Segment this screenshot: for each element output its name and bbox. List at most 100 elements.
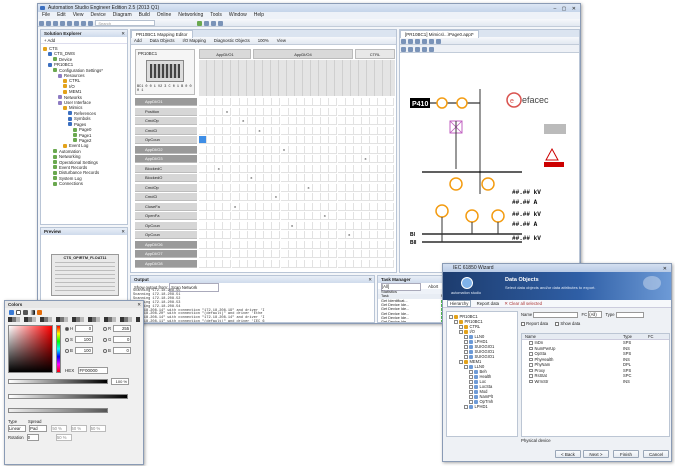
mapping-cell[interactable] (215, 107, 224, 116)
mapping-toolbar-item[interactable]: Add (134, 38, 142, 43)
mapping-row-header[interactable]: CmdOp (135, 183, 197, 192)
undo-icon[interactable] (81, 20, 86, 26)
mapping-cell[interactable] (199, 202, 207, 211)
mapping-cell[interactable] (199, 174, 207, 182)
mapping-cell[interactable] (199, 183, 207, 192)
row-checkbox[interactable] (529, 352, 533, 356)
mapping-cell[interactable] (386, 164, 395, 173)
tree-checkbox[interactable] (469, 395, 473, 399)
mapping-cell[interactable] (353, 259, 362, 268)
mapping-cell[interactable] (313, 212, 322, 220)
mapping-cell[interactable] (239, 259, 248, 268)
mapping-cell[interactable] (199, 107, 207, 116)
mapping-cell[interactable] (288, 183, 297, 192)
mapping-cell[interactable] (288, 202, 297, 211)
hierarchy-button[interactable]: Hierarchy (447, 300, 472, 307)
mapping-cell[interactable] (313, 231, 322, 239)
mapping-cell[interactable] (223, 183, 232, 192)
mapping-cell[interactable] (231, 183, 240, 192)
build-icon[interactable] (196, 20, 202, 26)
mapping-cell[interactable] (272, 107, 281, 116)
mapping-cell[interactable] (345, 212, 354, 220)
mapping-cell[interactable] (321, 136, 330, 144)
mapping-cell[interactable] (329, 126, 338, 135)
tree-checkbox[interactable] (464, 365, 468, 369)
mapping-cell[interactable] (207, 193, 216, 201)
mapping-cell[interactable] (296, 107, 305, 116)
mapping-cell[interactable] (337, 259, 346, 268)
window-controls[interactable]: – ▢ ✕ (554, 5, 578, 13)
mapping-cell[interactable] (280, 117, 289, 125)
hue-slider[interactable] (56, 325, 61, 373)
mapping-cell[interactable] (362, 145, 370, 154)
mapping-cell[interactable] (313, 126, 322, 135)
mapping-cell[interactable] (362, 183, 370, 192)
mapping-cell[interactable]: x (321, 212, 330, 220)
mapping-cell[interactable] (256, 212, 265, 220)
mapping-cell[interactable] (256, 117, 265, 125)
rotation-input[interactable]: 0 (26, 434, 39, 441)
mapping-cell[interactable] (353, 174, 362, 182)
mapping-cell[interactable] (345, 164, 354, 173)
mapping-cell[interactable] (199, 145, 207, 154)
mapping-cell[interactable] (264, 164, 273, 173)
mapping-cell[interactable] (378, 136, 387, 144)
wizard-column-header[interactable]: Type (623, 334, 648, 339)
mapping-cell[interactable] (378, 98, 387, 106)
swatch-strip[interactable] (8, 317, 140, 322)
mapping-cell[interactable] (362, 98, 370, 106)
mapping-cell[interactable] (256, 221, 265, 230)
mapping-cell[interactable] (288, 250, 297, 258)
mapping-cell[interactable] (304, 231, 313, 239)
mapping-cell[interactable] (386, 98, 395, 106)
mapping-cell[interactable] (296, 259, 305, 268)
mapping-cell[interactable] (199, 164, 207, 173)
mapping-cell[interactable]: x (280, 145, 289, 154)
mapping-cell[interactable] (199, 240, 207, 249)
mapping-cell[interactable] (272, 250, 281, 258)
mapping-cell[interactable] (313, 117, 322, 125)
mapping-cell[interactable] (362, 231, 370, 239)
mapping-cell[interactable] (353, 145, 362, 154)
mapping-cell[interactable] (345, 259, 354, 268)
mapping-cell[interactable] (247, 117, 256, 125)
mapping-cell[interactable] (264, 174, 273, 182)
mapping-cell[interactable] (304, 107, 313, 116)
mapping-cell[interactable] (280, 183, 289, 192)
mapping-cell[interactable] (353, 231, 362, 239)
mapping-row-header[interactable]: OpCoun (135, 136, 197, 144)
mapping-cell[interactable] (378, 174, 387, 182)
mapping-cell[interactable] (239, 212, 248, 220)
mapping-cell[interactable] (329, 212, 338, 220)
mapping-cell[interactable] (207, 212, 216, 220)
mapping-cell[interactable] (264, 117, 273, 125)
color-field-input[interactable]: 0 (113, 336, 132, 343)
mapping-cell[interactable] (272, 240, 281, 249)
mapping-cell[interactable] (386, 107, 395, 116)
mapping-cell[interactable] (280, 259, 289, 268)
mapping-cell[interactable] (321, 183, 330, 192)
mapping-cell[interactable] (280, 193, 289, 201)
mapping-cell[interactable] (386, 155, 395, 163)
color-radio[interactable] (65, 337, 69, 342)
mapping-cell[interactable] (353, 136, 362, 144)
mapping-cell[interactable] (296, 174, 305, 182)
mapping-cell[interactable]: x (256, 126, 265, 135)
mapping-cell[interactable] (231, 259, 240, 268)
disconnect-icon[interactable] (210, 20, 216, 26)
mapping-cell[interactable] (386, 212, 395, 220)
mapping-cell[interactable] (386, 136, 395, 144)
mapping-cell[interactable] (362, 136, 370, 144)
mapping-cell[interactable] (370, 136, 379, 144)
menu-item[interactable]: Online (157, 12, 171, 18)
mapping-cell[interactable] (321, 126, 330, 135)
mapping-cell[interactable] (296, 202, 305, 211)
mapping-cell[interactable] (321, 202, 330, 211)
mapping-cell[interactable] (304, 193, 313, 201)
clear-selected-button[interactable]: ✕ Clear all selected (504, 301, 542, 306)
mapping-cell[interactable] (264, 193, 273, 201)
mapping-cell[interactable] (370, 155, 379, 163)
mapping-cell[interactable] (239, 136, 248, 144)
mapping-cell[interactable] (321, 117, 330, 125)
mapping-cell[interactable] (280, 155, 289, 163)
